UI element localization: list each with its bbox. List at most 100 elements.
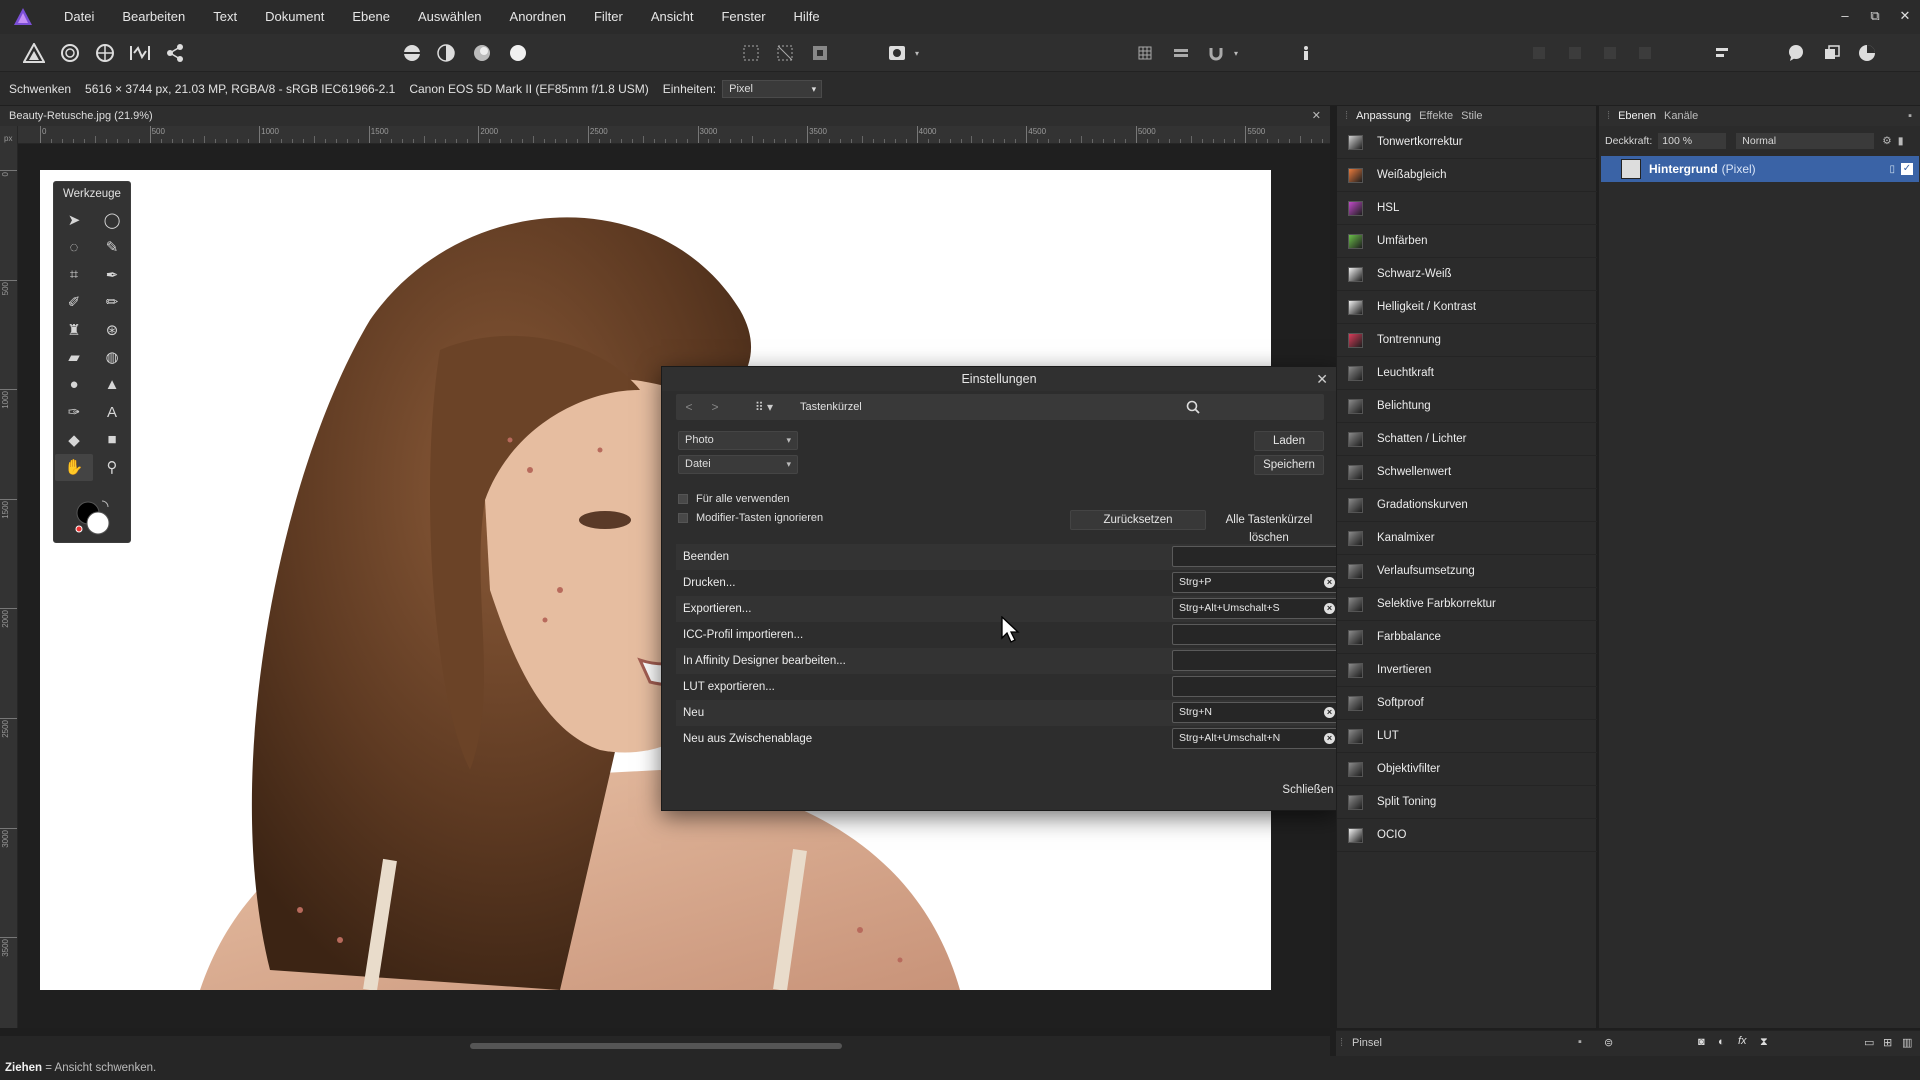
- adjustment-item[interactable]: Objektivfilter: [1337, 753, 1597, 786]
- tab-anpassung[interactable]: Anpassung: [1356, 110, 1411, 122]
- menu-hilfe[interactable]: Hilfe: [780, 0, 834, 34]
- develop-persona-button[interactable]: [92, 41, 118, 65]
- align-layers-button[interactable]: [1709, 41, 1735, 65]
- quick-mask-button[interactable]: [884, 41, 910, 65]
- scrollbar-thumb[interactable]: [470, 1043, 842, 1049]
- tab-stile[interactable]: Stile: [1461, 110, 1482, 122]
- menu-text[interactable]: Text: [199, 0, 251, 34]
- checkbox-box[interactable]: [678, 494, 688, 504]
- close-window-button[interactable]: ✕: [1890, 0, 1920, 34]
- mask-layer-icon[interactable]: ◙: [1698, 1036, 1705, 1048]
- ignore-modifier-checkbox[interactable]: Modifier-Tasten ignorieren: [678, 512, 823, 524]
- clear-all-shortcuts-button[interactable]: Alle Tastenkürzel löschen: [1212, 510, 1326, 544]
- units-dropdown[interactable]: Pixel: [722, 79, 823, 98]
- adjustment-item[interactable]: Selektive Farbkorrektur: [1337, 588, 1597, 621]
- selection-marquee-button[interactable]: [738, 41, 764, 65]
- adjustment-item[interactable]: Umfärben: [1337, 225, 1597, 258]
- adjustment-item[interactable]: OCIO: [1337, 819, 1597, 852]
- panel-menu-icon[interactable]: ▪: [1908, 110, 1912, 122]
- adjustment-item[interactable]: Split Toning: [1337, 786, 1597, 819]
- blur-tool-button[interactable]: ●: [55, 371, 93, 399]
- photo-persona-button[interactable]: [21, 41, 47, 65]
- blemish-remover-tool-button[interactable]: ⊛: [93, 316, 131, 344]
- shortcut-key-field[interactable]: Strg+N ×: [1172, 702, 1342, 723]
- menu-dokument[interactable]: Dokument: [251, 0, 338, 34]
- selection-brush-tool-button[interactable]: ◯: [93, 206, 131, 234]
- hand-tool-button[interactable]: ✋: [55, 453, 93, 481]
- auto-levels-button[interactable]: [399, 41, 425, 65]
- align-button[interactable]: [1168, 41, 1194, 65]
- search-icon[interactable]: [1186, 400, 1200, 414]
- layer-row[interactable]: Hintergrund (Pixel) ▯ ✓: [1601, 156, 1919, 182]
- auto-contrast-button[interactable]: [433, 41, 459, 65]
- export-persona-button[interactable]: [162, 41, 188, 65]
- layer-visibility-checkbox[interactable]: ✓: [1901, 163, 1913, 175]
- pen-tool-button[interactable]: ✑: [55, 399, 93, 427]
- shortcut-key-field[interactable]: [1172, 676, 1342, 697]
- tab-effekte[interactable]: Effekte: [1419, 110, 1453, 122]
- sharpen-tool-button[interactable]: ▲: [93, 371, 131, 399]
- adjustment-item[interactable]: Belichtung: [1337, 390, 1597, 423]
- adjustment-layer-icon[interactable]: ◐: [1718, 1036, 1725, 1048]
- arrange-button-4[interactable]: [1632, 41, 1658, 65]
- auto-white-balance-button[interactable]: [505, 41, 531, 65]
- quick-mask-dropdown[interactable]: ▾: [910, 41, 924, 65]
- minimize-button[interactable]: –: [1830, 0, 1860, 34]
- menu-filter[interactable]: Filter: [580, 0, 637, 34]
- fill-tool-button[interactable]: ◆: [55, 426, 93, 454]
- shortcut-key-field[interactable]: Strg+Alt+Umschalt+S ×: [1172, 598, 1342, 619]
- adjustment-item[interactable]: Tonwertkorrektur: [1337, 126, 1597, 159]
- shape-tool-button[interactable]: ■: [93, 426, 131, 454]
- color-picker-tool-button[interactable]: ✒: [93, 261, 131, 289]
- restore-button[interactable]: ⧉: [1860, 0, 1890, 34]
- adjustment-item[interactable]: Invertieren: [1337, 654, 1597, 687]
- grid-menu-icon[interactable]: ⠿ ▾: [748, 398, 780, 416]
- snapping-dropdown[interactable]: ▾: [1229, 41, 1243, 65]
- zoom-tool-button[interactable]: ⚲: [93, 454, 131, 482]
- snapping-button[interactable]: [1203, 41, 1229, 65]
- crop-tool-button[interactable]: ⌗: [55, 261, 93, 289]
- shortcut-key-field[interactable]: Strg+P ×: [1172, 572, 1342, 593]
- menu-fenster[interactable]: Fenster: [707, 0, 779, 34]
- adjustment-item[interactable]: Schatten / Lichter: [1337, 423, 1597, 456]
- adjustment-item[interactable]: Gradationskurven: [1337, 489, 1597, 522]
- shortcut-key-field[interactable]: [1172, 546, 1342, 567]
- gear-icon[interactable]: ⚙: [1882, 135, 1891, 147]
- layer-lock-icon[interactable]: ▯: [1889, 164, 1895, 175]
- shortcut-key-field[interactable]: [1172, 650, 1342, 671]
- clear-shortcut-icon[interactable]: ×: [1324, 707, 1335, 718]
- adjustment-item[interactable]: Weißabgleich: [1337, 159, 1597, 192]
- color-swatches[interactable]: [72, 498, 114, 536]
- auto-colors-button[interactable]: [469, 41, 495, 65]
- layer-stack-icon[interactable]: ⊜: [1604, 1036, 1613, 1049]
- reset-button[interactable]: Zurücksetzen: [1070, 510, 1206, 530]
- back-icon[interactable]: <: [680, 398, 698, 416]
- blend-mode-dropdown[interactable]: Normal: [1736, 133, 1875, 149]
- opacity-field[interactable]: 100 %: [1658, 133, 1727, 149]
- panel-menu-icon[interactable]: ▪: [1578, 1036, 1582, 1048]
- menu-auswaehlen[interactable]: Auswählen: [404, 0, 496, 34]
- menu-datei[interactable]: Datei: [50, 0, 108, 34]
- shortcut-key-field[interactable]: Strg+Alt+Umschalt+N ×: [1172, 728, 1342, 749]
- menu-bearbeiten[interactable]: Bearbeiten: [108, 0, 199, 34]
- dialog-close-button[interactable]: ✕: [1316, 367, 1328, 391]
- paint-brush-tool-button[interactable]: ✐: [55, 289, 93, 317]
- brushes-tab[interactable]: Pinsel: [1352, 1037, 1382, 1049]
- duplicate-window-button[interactable]: [1819, 41, 1845, 65]
- category-dropdown[interactable]: Datei: [678, 455, 798, 474]
- clear-shortcut-icon[interactable]: ×: [1324, 603, 1335, 614]
- menu-anordnen[interactable]: Anordnen: [496, 0, 580, 34]
- freehand-selection-tool-button[interactable]: ◌: [55, 234, 93, 262]
- adjustment-item[interactable]: Tontrennung: [1337, 324, 1597, 357]
- adjustment-item[interactable]: Leuchtkraft: [1337, 357, 1597, 390]
- clone-tool-button[interactable]: ♜: [55, 316, 93, 344]
- arrange-button-3[interactable]: [1597, 41, 1623, 65]
- text-tool-button[interactable]: A: [93, 399, 131, 427]
- tab-kanaele[interactable]: Kanäle: [1664, 110, 1698, 122]
- shortcut-key-field[interactable]: [1172, 624, 1342, 645]
- dodge-tool-button[interactable]: ◍: [93, 344, 131, 372]
- save-button[interactable]: Speichern: [1254, 455, 1324, 475]
- flood-select-tool-button[interactable]: ✎: [93, 234, 131, 262]
- arrange-button-1[interactable]: [1526, 41, 1552, 65]
- add-group-icon[interactable]: ▭: [1864, 1036, 1874, 1049]
